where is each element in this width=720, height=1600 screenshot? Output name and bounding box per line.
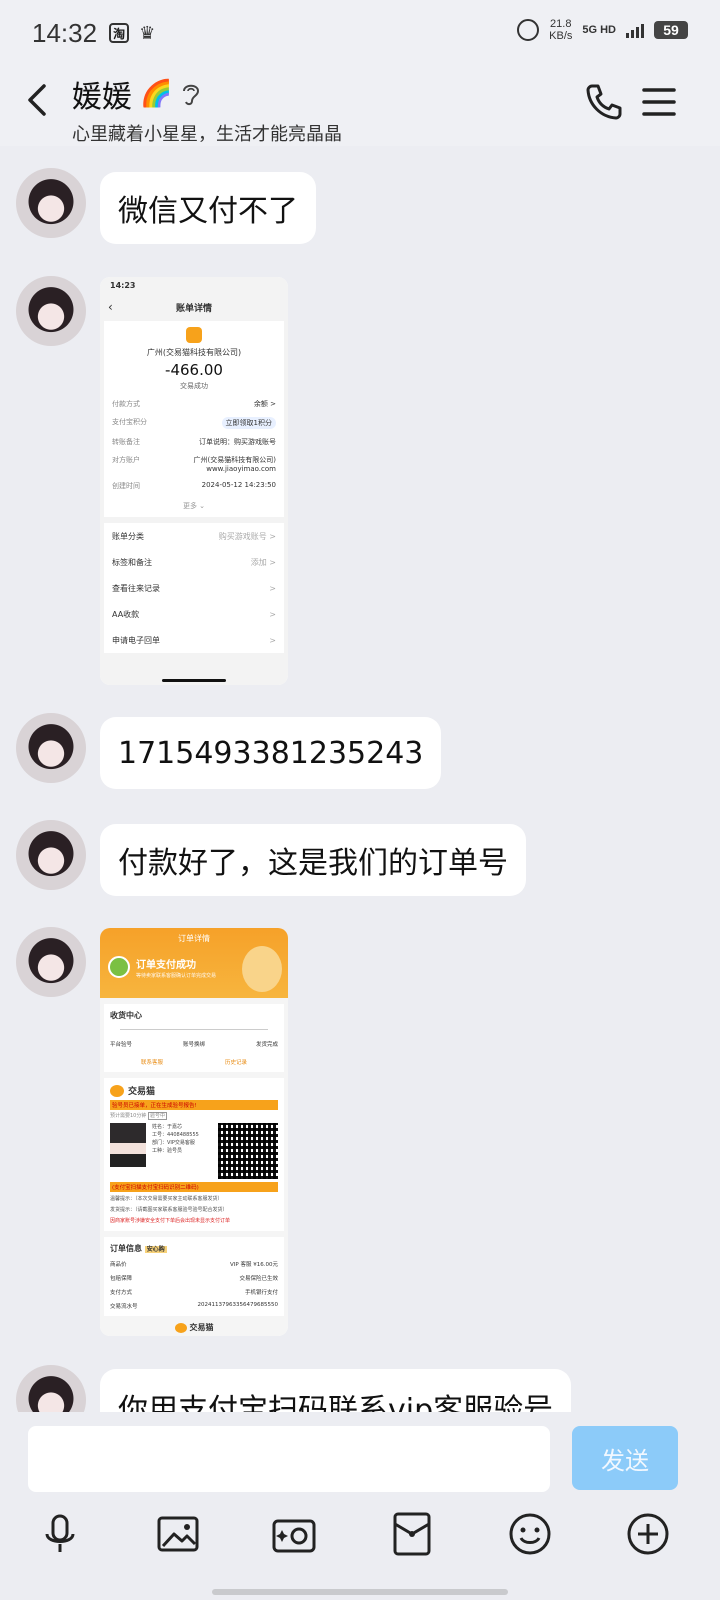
order-receiving-center: 收货中心 平台验号 账号换绑 发货完成 联系客服 历史记录	[104, 1004, 284, 1072]
image-message-receipt[interactable]: 14:23 ‹ 账单详情 广州(交易猫科技有限公司) -466.00 交易成功 付…	[100, 277, 288, 685]
input-area: 发送	[0, 1412, 720, 1600]
receipt-back-icon: ‹	[108, 300, 113, 314]
microphone-icon[interactable]	[36, 1510, 84, 1558]
check-icon	[108, 956, 130, 978]
order-verification-card: 交易猫 验号员已接单，正在生成验号报告! 预计需要10分钟 验号中 姓名：于嘉芯…	[104, 1078, 284, 1231]
staff-photo	[110, 1123, 146, 1167]
camera-icon[interactable]	[270, 1510, 318, 1558]
status-bar: 14:32 淘 ♛ 21.8 KB/s 5G HD 59	[0, 0, 720, 66]
order-banner: 订单详情 订单支付成功 等待卖家联系客服确认订单完成交易	[100, 928, 288, 998]
battery-indicator: 59	[654, 21, 688, 39]
brand-logo-icon	[110, 1084, 124, 1097]
message-bubble[interactable]: 1715493381235243	[100, 717, 442, 789]
menu-button[interactable]	[640, 82, 680, 122]
rainbow-emoji: 🌈	[140, 79, 173, 109]
receipt-home-bar	[162, 679, 226, 682]
order-info-card: 订单信息 安心购 商品价 VIP 客服 ¥16.00元 包赔保障 交易保险已生效 支…	[104, 1237, 284, 1316]
message-bubble[interactable]: 付款好了，这是我们的订单号	[100, 824, 526, 896]
receipt-options-list: 账单分类 购买游戏账号 > 标签和备注 添加 > 查看往来记录 > AA收款 > 申请电…	[104, 523, 284, 653]
receipt-card: 广州(交易猫科技有限公司) -466.00 交易成功 付款方式 余额 > 支付宝积…	[104, 321, 284, 517]
message-bubble[interactable]: 你用支付宝扫码联系vip客服验号	[100, 1369, 572, 1413]
phone-icon	[586, 84, 622, 120]
alarm-icon	[517, 19, 540, 41]
add-more-icon[interactable]	[624, 1510, 672, 1558]
message-input[interactable]	[28, 1426, 550, 1492]
back-button[interactable]	[20, 80, 60, 120]
image-message-order[interactable]: 订单详情 订单支付成功 等待卖家联系客服确认订单完成交易 收货中心 平台验号 账号…	[100, 928, 288, 1336]
chat-header: 媛媛 🌈 心里藏着小星星，生活才能亮晶晶	[0, 66, 720, 146]
network-speed: 21.8 KB/s	[549, 18, 573, 42]
chat-signature: 心里藏着小星星，生活才能亮晶晶	[72, 124, 342, 145]
emoji-icon[interactable]	[506, 1510, 554, 1558]
home-indicator[interactable]	[212, 1589, 508, 1595]
chat-title[interactable]: 媛媛	[72, 72, 132, 116]
receipt-title: 账单详情	[175, 303, 212, 314]
call-button[interactable]	[582, 80, 626, 124]
receipt-state: 交易成功	[180, 382, 208, 390]
receipt-merchant-logo	[186, 327, 202, 343]
network-type: 5G HD	[582, 24, 616, 36]
photo-album-icon[interactable]	[154, 1510, 202, 1558]
taobao-notification-icon: 淘	[109, 23, 130, 43]
contact-avatar[interactable]	[16, 820, 86, 890]
qr-code	[218, 1123, 278, 1179]
contact-avatar[interactable]	[16, 168, 86, 238]
brand-logo-icon	[174, 1322, 187, 1333]
send-button[interactable]: 发送	[572, 1426, 678, 1490]
contact-avatar[interactable]	[16, 927, 86, 997]
status-time: 14:32	[32, 17, 98, 48]
cat-mascot-icon	[242, 946, 282, 992]
ear-icon	[183, 84, 200, 106]
back-arrow-icon	[28, 84, 46, 116]
signal-icon	[626, 22, 644, 38]
receipt-status-time: 14:23	[110, 280, 136, 290]
receipt-amount: -466.00	[165, 361, 223, 379]
contact-avatar[interactable]	[16, 276, 86, 346]
hamburger-menu-icon	[642, 88, 676, 116]
receipt-company: 广州(交易猫科技有限公司)	[146, 348, 242, 357]
red-packet-icon[interactable]	[388, 1510, 436, 1558]
message-bubble[interactable]: 微信又付不了	[100, 172, 316, 244]
crown-notification-icon: ♛	[139, 22, 156, 44]
contact-avatar[interactable]	[16, 713, 86, 783]
